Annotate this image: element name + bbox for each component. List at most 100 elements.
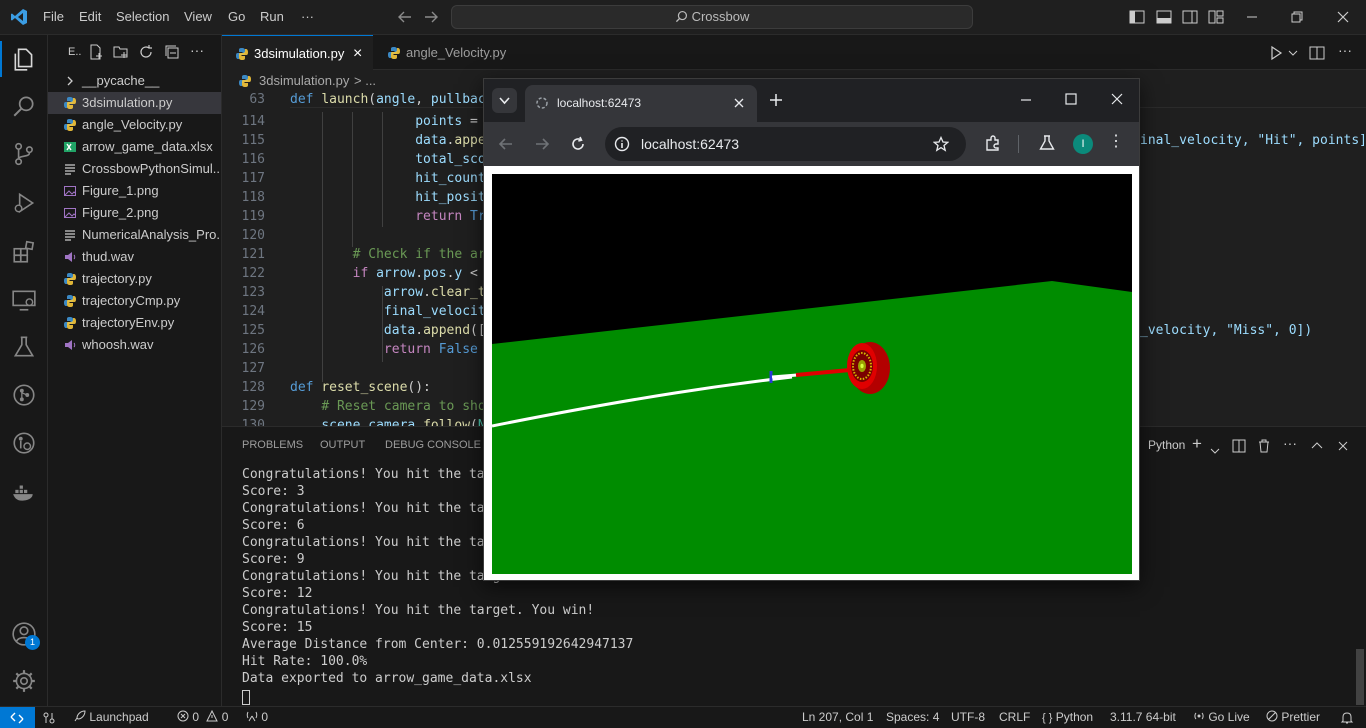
file-item[interactable]: 3dsimulation.py (48, 92, 221, 114)
notifications-bell-icon[interactable] (1340, 711, 1354, 725)
split-editor-icon[interactable] (1309, 45, 1325, 61)
end-of-line[interactable]: CRLF (999, 710, 1030, 724)
vpython-scene-canvas[interactable] (492, 174, 1132, 574)
browser-back-icon[interactable] (498, 136, 514, 152)
file-item[interactable]: angle_Velocity.py (48, 114, 221, 136)
git-sync-icon[interactable] (42, 711, 56, 725)
browser-minimize-icon[interactable] (1020, 94, 1032, 106)
forward-arrow-icon[interactable] (422, 8, 440, 26)
git-graph-icon[interactable] (11, 382, 37, 408)
testing-flask-icon[interactable] (11, 334, 37, 360)
panel-tab-output[interactable]: OUTPUT (320, 439, 365, 451)
browser-reload-icon[interactable] (570, 136, 586, 152)
go-live-button[interactable]: Go Live (1193, 710, 1250, 724)
remote-indicator[interactable] (0, 707, 35, 728)
site-info-icon[interactable] (614, 136, 630, 152)
new-file-icon[interactable] (88, 44, 104, 60)
remote-explorer-icon[interactable] (11, 287, 37, 313)
browser-forward-icon[interactable] (534, 136, 550, 152)
manage-gear-icon[interactable] (11, 668, 37, 694)
menu-edit[interactable]: Edit (79, 9, 101, 24)
browser-maximize-icon[interactable] (1065, 93, 1077, 105)
panel-tab-problems[interactable]: PROBLEMS (242, 439, 303, 451)
refresh-icon[interactable] (138, 44, 154, 60)
prettier-status[interactable]: Prettier (1266, 710, 1320, 724)
new-terminal-icon[interactable]: + (1192, 434, 1202, 453)
command-center-search[interactable]: Crossbow (451, 5, 973, 29)
file-item[interactable]: whoosh.wav (48, 334, 221, 356)
split-terminal-icon[interactable] (1232, 438, 1246, 454)
editor-more-icon[interactable]: ··· (1338, 42, 1352, 58)
source-control-icon[interactable] (11, 141, 37, 167)
collapse-all-icon[interactable] (164, 44, 180, 60)
language-mode[interactable]: { } Python (1042, 710, 1093, 724)
tab-search-button[interactable] (492, 88, 517, 113)
folder-item[interactable]: __pycache__ (48, 70, 221, 92)
toggle-panel-icon[interactable] (1155, 8, 1173, 26)
indentation[interactable]: Spaces: 4 (886, 710, 939, 724)
panel-tab-debug-console[interactable]: DEBUG CONSOLE (385, 439, 481, 451)
bookmark-star-icon[interactable] (933, 136, 949, 152)
tab-close-icon[interactable]: × (353, 36, 362, 71)
problems-counter[interactable]: 0 0 (177, 709, 228, 724)
launchpad-item[interactable]: Launchpad (74, 710, 149, 724)
extensions-icon[interactable] (11, 239, 37, 265)
file-item[interactable]: trajectory.py (48, 268, 221, 290)
menu-selection[interactable]: Selection (116, 9, 169, 24)
back-arrow-icon[interactable] (396, 8, 414, 26)
menu-view[interactable]: View (184, 9, 212, 24)
menu-file[interactable]: File (43, 9, 64, 24)
explorer-icon[interactable] (11, 46, 37, 72)
run-file-icon[interactable] (1268, 45, 1284, 61)
file-item[interactable]: trajectoryCmp.py (48, 290, 221, 312)
python-interpreter[interactable]: 3.11.7 64-bit (1110, 710, 1176, 724)
file-item[interactable]: CrossbowPythonSimul... (48, 158, 221, 180)
menu-go[interactable]: Go (228, 9, 245, 24)
close-window-icon[interactable] (1334, 8, 1352, 26)
encoding[interactable]: UTF-8 (951, 710, 985, 724)
file-item[interactable]: thud.wav (48, 246, 221, 268)
menu-more[interactable]: ··· (301, 9, 314, 24)
terminal-scrollbar[interactable] (1356, 649, 1364, 705)
labs-flask-icon[interactable] (1038, 134, 1056, 152)
extensions-puzzle-icon[interactable] (984, 134, 1002, 152)
toggle-primary-sidebar-icon[interactable] (1128, 8, 1146, 26)
breadcrumb-rest[interactable]: > ... (354, 70, 376, 92)
trash-icon[interactable] (1257, 438, 1271, 454)
file-item[interactable]: arrow_game_data.xlsx (48, 136, 221, 158)
panel-more-icon[interactable]: ··· (1283, 435, 1297, 451)
file-item[interactable]: NumericalAnalysis_Pro... (48, 224, 221, 246)
maximize-panel-icon[interactable] (1310, 438, 1324, 454)
tab-3dsimulation[interactable]: 3dsimulation.py × (222, 35, 373, 70)
terminal-name[interactable]: Python (1148, 438, 1185, 454)
browser-menu-icon[interactable]: ⋮ (1108, 132, 1124, 152)
file-item[interactable]: trajectoryEnv.py (48, 312, 221, 334)
cursor-position[interactable]: Ln 207, Col 1 (802, 710, 873, 724)
profile-avatar[interactable]: I (1073, 134, 1093, 154)
run-debug-icon[interactable] (11, 190, 37, 216)
terminal-line: Congratulations! You hit the target (242, 501, 516, 516)
file-item[interactable]: Figure_1.png (48, 180, 221, 202)
toggle-secondary-sidebar-icon[interactable] (1181, 8, 1199, 26)
close-panel-icon[interactable] (1336, 438, 1350, 454)
tab-angle-velocity[interactable]: angle_Velocity.py (374, 35, 534, 70)
chevron-down-icon[interactable] (1288, 49, 1298, 57)
address-bar[interactable]: localhost:62473 (605, 127, 966, 161)
minimize-icon[interactable] (1243, 8, 1261, 26)
more-actions-icon[interactable]: ··· (190, 42, 206, 58)
ports-counter[interactable]: 0 (246, 710, 268, 724)
menu-run[interactable]: Run (260, 9, 284, 24)
browser-close-icon[interactable] (1111, 93, 1123, 105)
new-folder-icon[interactable] (113, 44, 129, 60)
breadcrumb-file[interactable]: 3dsimulation.py (259, 70, 349, 92)
search-view-icon[interactable] (11, 93, 37, 119)
chevron-down-icon[interactable] (1210, 443, 1220, 459)
restore-icon[interactable] (1288, 8, 1306, 26)
new-tab-icon[interactable] (769, 93, 783, 107)
customize-layout-icon[interactable] (1207, 8, 1225, 26)
file-item[interactable]: Figure_2.png (48, 202, 221, 224)
docker-icon[interactable] (11, 479, 37, 505)
close-tab-icon[interactable] (734, 98, 744, 108)
github-actions-icon[interactable] (11, 430, 37, 456)
browser-tab[interactable]: localhost:62473 (525, 85, 757, 122)
